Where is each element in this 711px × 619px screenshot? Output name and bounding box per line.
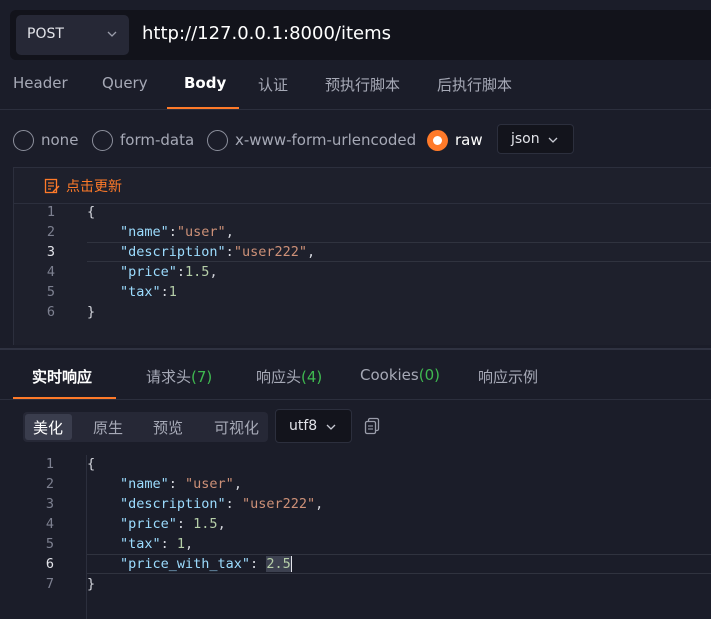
refresh-button[interactable]: 点击更新 (44, 176, 122, 196)
tab-label: 响应示例 (478, 368, 539, 386)
line-number: 2 (45, 476, 54, 492)
request-tabs: Header Query Body 认证 预执行脚本 后执行脚本 (0, 66, 711, 110)
count-badge: (4) (301, 368, 323, 386)
response-body-viewer[interactable] (0, 450, 711, 619)
radio-raw[interactable]: raw (427, 129, 483, 151)
chevron-down-icon (107, 31, 117, 37)
line-number: 6 (45, 556, 54, 572)
mode-visualize[interactable]: 可视化 (214, 417, 259, 438)
count-badge: (7) (191, 368, 213, 386)
line-number: 5 (45, 536, 54, 552)
radio-none[interactable]: none (13, 129, 78, 151)
gutter-divider (86, 455, 87, 619)
tab-response-examples[interactable]: 响应示例 (478, 366, 538, 387)
code-line: "price":1.5, (120, 264, 218, 280)
refresh-label: 点击更新 (66, 179, 122, 195)
radio-circle-checked (427, 129, 448, 151)
code-line: "name":"user", (120, 224, 234, 240)
count-badge: (0) (418, 366, 440, 384)
mode-preview[interactable]: 预览 (153, 417, 183, 438)
tab-label: Cookies (360, 366, 419, 384)
radio-form-data[interactable]: form-data (92, 129, 194, 151)
code-line: } (87, 304, 96, 320)
tab-header[interactable]: Header (13, 74, 68, 92)
format-select[interactable]: json (497, 124, 574, 154)
copy-icon[interactable] (364, 417, 380, 435)
active-tab-indicator (167, 107, 239, 109)
chevron-down-icon (326, 424, 336, 430)
tab-body[interactable]: Body (184, 74, 226, 92)
radio-label: raw (455, 131, 483, 149)
radio-circle (92, 129, 113, 151)
encoding-select[interactable]: utf8 (275, 409, 352, 443)
chevron-down-icon (548, 137, 558, 143)
tab-label: 实时响应 (32, 368, 93, 386)
radio-label: x-www-form-urlencoded (235, 131, 417, 149)
radio-urlencoded[interactable]: x-www-form-urlencoded (207, 129, 416, 151)
code-line: } (87, 576, 96, 592)
line-number: 3 (46, 244, 55, 260)
code-line: "name": "user", (120, 476, 242, 492)
radio-label: form-data (120, 131, 195, 149)
code-line: "description":"user222", (120, 244, 316, 260)
response-tabs: 实时响应 请求头(7) 响应头(4) Cookies(0) 响应示例 (0, 350, 711, 400)
tab-cookies[interactable]: Cookies(0) (360, 366, 440, 384)
tab-request-headers[interactable]: 请求头(7) (146, 366, 212, 387)
line-number: 7 (45, 576, 54, 592)
line-number: 6 (46, 304, 55, 320)
code-line: "price": 1.5, (120, 516, 226, 532)
code-line: { (87, 456, 96, 472)
encoding-label: utf8 (289, 418, 318, 434)
tab-label: 响应头 (256, 368, 302, 386)
tab-auth[interactable]: 认证 (258, 74, 288, 95)
mode-raw[interactable]: 原生 (93, 417, 123, 438)
format-label: json (511, 131, 540, 147)
body-type-selector: none form-data x-www-form-urlencoded raw (0, 120, 711, 160)
url-input[interactable]: http://127.0.0.1:8000/items (142, 23, 391, 44)
code-line: { (87, 204, 96, 220)
line-number: 1 (46, 204, 55, 220)
radio-label: none (41, 131, 79, 149)
code-line: "tax":1 (120, 284, 177, 300)
line-number: 5 (46, 284, 55, 300)
radio-circle (13, 129, 34, 151)
url-bar: POST http://127.0.0.1:8000/items (0, 0, 711, 70)
code-line: "description": "user222", (120, 496, 324, 512)
tab-query[interactable]: Query (102, 74, 148, 92)
active-tab-indicator (13, 397, 116, 399)
method-select[interactable]: POST (16, 15, 129, 55)
line-number: 3 (45, 496, 54, 512)
tab-label: 请求头 (146, 368, 192, 386)
tab-response-headers[interactable]: 响应头(4) (256, 366, 322, 387)
line-number: 1 (45, 456, 54, 472)
tab-live-response[interactable]: 实时响应 (32, 366, 92, 387)
tab-post-script[interactable]: 后执行脚本 (437, 74, 512, 95)
edit-document-icon (44, 178, 60, 194)
method-label: POST (27, 26, 64, 42)
line-number: 4 (46, 264, 55, 280)
line-number: 2 (46, 224, 55, 240)
radio-circle (207, 129, 228, 151)
mode-pretty[interactable]: 美化 (33, 417, 63, 438)
code-line: "price_with_tax": 2.5 (120, 556, 292, 572)
line-number: 4 (45, 516, 54, 532)
tab-pre-script[interactable]: 预执行脚本 (325, 74, 400, 95)
editor-separator (14, 203, 711, 204)
code-line: "tax": 1, (120, 536, 194, 552)
view-mode-switcher: 美化 原生 预览 可视化 (23, 412, 268, 442)
